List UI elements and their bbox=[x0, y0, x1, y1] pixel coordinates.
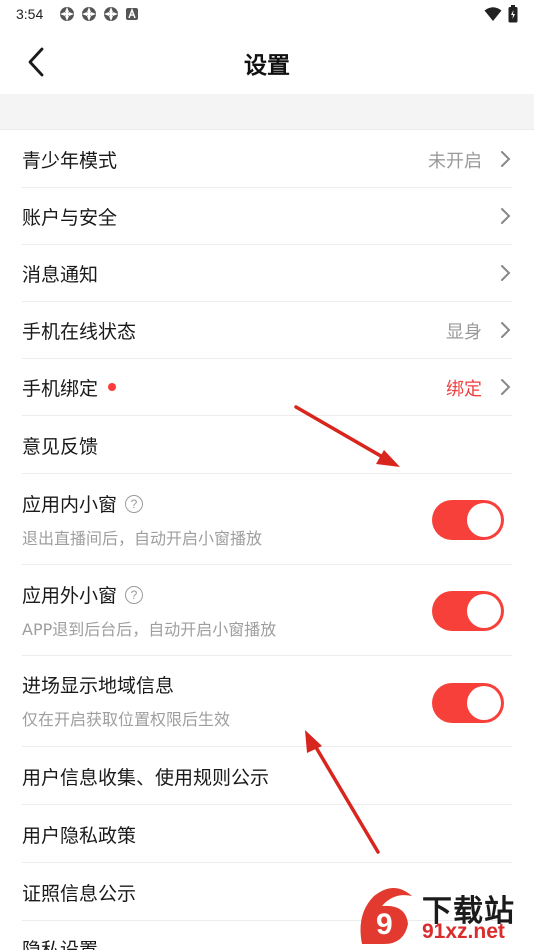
help-icon[interactable]: ? bbox=[125, 585, 144, 604]
chevron-right-icon bbox=[501, 379, 511, 395]
help-icon[interactable]: ? bbox=[125, 494, 144, 513]
status-time: 3:54 bbox=[16, 6, 44, 22]
row-label: 青少年模式 bbox=[22, 150, 118, 172]
row-label: 证照信息公示 bbox=[22, 883, 137, 905]
svg-text:9: 9 bbox=[376, 908, 393, 941]
settings-row-privacy-policy[interactable]: 用户隐私政策 bbox=[22, 805, 512, 863]
region-info-toggle[interactable] bbox=[432, 683, 504, 723]
watermark-logo-icon: 9 bbox=[360, 888, 412, 944]
battery-icon bbox=[508, 5, 518, 27]
row-label: 用户信息收集、使用规则公示 bbox=[22, 767, 270, 789]
app-icon bbox=[103, 6, 119, 26]
row-label: 隐私设置 bbox=[22, 939, 99, 950]
row-label: 意见反馈 bbox=[22, 436, 99, 458]
app-icon bbox=[81, 6, 97, 26]
row-value: 未开启 bbox=[428, 151, 482, 172]
chevron-right-icon bbox=[501, 265, 511, 281]
section-divider bbox=[0, 94, 534, 130]
chevron-right-icon bbox=[501, 151, 511, 167]
a-icon bbox=[125, 7, 139, 25]
in-app-window-toggle[interactable] bbox=[432, 500, 504, 540]
settings-toggle-row-in-app-window: 应用内小窗? 退出直播间后，自动开启小窗播放 bbox=[22, 474, 512, 565]
top-app-bar: 设置 bbox=[0, 30, 534, 94]
wifi-icon bbox=[484, 6, 502, 26]
row-label-text: 应用内小窗 bbox=[22, 494, 118, 516]
settings-row-notifications[interactable]: 消息通知 bbox=[22, 245, 512, 302]
row-label: 手机在线状态 bbox=[22, 321, 137, 343]
settings-row-online-status[interactable]: 手机在线状态 显身 bbox=[22, 302, 512, 359]
row-subtitle: 仅在开启获取位置权限后生效 bbox=[22, 710, 231, 729]
settings-row-teen-mode[interactable]: 青少年模式 未开启 bbox=[22, 130, 512, 188]
settings-row-feedback[interactable]: 意见反馈 bbox=[22, 416, 512, 474]
row-label-text: 应用外小窗 bbox=[22, 585, 118, 607]
page-title: 设置 bbox=[244, 53, 290, 79]
status-bar: 3:54 bbox=[0, 0, 534, 30]
status-system-icons bbox=[484, 5, 518, 27]
row-subtitle: APP退到后台后，自动开启小窗播放 bbox=[22, 620, 277, 639]
watermark-url: 91xz.net bbox=[422, 920, 505, 943]
toggle-knob bbox=[467, 503, 501, 537]
watermark-logo: 9 下载站 91xz.net bbox=[354, 882, 530, 950]
chevron-right-icon bbox=[501, 322, 511, 338]
row-label: 应用外小窗? bbox=[22, 581, 144, 608]
app-icon bbox=[59, 6, 75, 26]
notification-dot bbox=[108, 382, 117, 391]
chevron-right-icon bbox=[501, 208, 511, 224]
settings-row-user-info-rules[interactable]: 用户信息收集、使用规则公示 bbox=[22, 747, 512, 805]
settings-toggle-row-region-info: 进场显示地域信息 仅在开启获取位置权限后生效 bbox=[22, 656, 512, 747]
toggle-knob bbox=[467, 686, 501, 720]
settings-row-phone-binding[interactable]: 手机绑定 绑定 bbox=[22, 359, 512, 416]
row-label: 账户与安全 bbox=[22, 207, 118, 229]
out-app-window-toggle[interactable] bbox=[432, 591, 504, 631]
row-label: 用户隐私政策 bbox=[22, 825, 137, 847]
status-notification-icons bbox=[59, 6, 139, 26]
settings-toggle-row-out-app-window: 应用外小窗? APP退到后台后，自动开启小窗播放 bbox=[22, 565, 512, 656]
toggle-knob bbox=[467, 594, 501, 628]
row-value: 绑定 bbox=[446, 379, 482, 400]
row-label: 应用内小窗? bbox=[22, 490, 144, 517]
row-subtitle: 退出直播间后，自动开启小窗播放 bbox=[22, 529, 263, 548]
row-label: 消息通知 bbox=[22, 264, 99, 286]
row-label: 进场显示地域信息 bbox=[22, 675, 175, 697]
row-value: 显身 bbox=[446, 322, 482, 343]
settings-row-account-security[interactable]: 账户与安全 bbox=[22, 188, 512, 245]
row-label-text: 手机绑定 bbox=[22, 378, 99, 400]
row-label: 手机绑定 bbox=[22, 374, 117, 401]
